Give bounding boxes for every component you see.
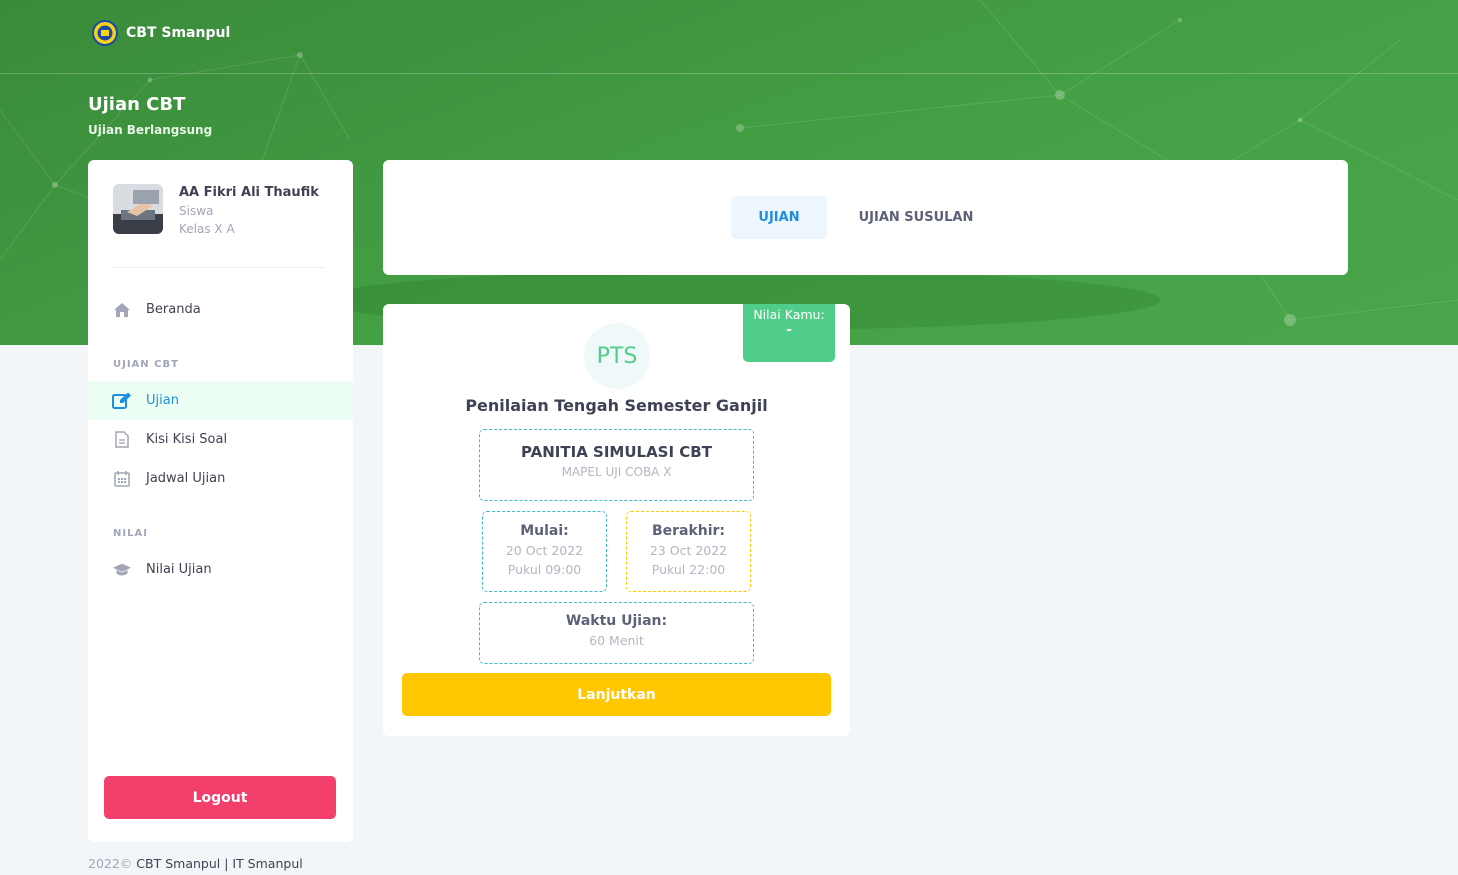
footer: 2022© CBT Smanpul | IT Smanpul [88,856,303,871]
duration-value: 60 Menit [589,633,644,648]
end-time: Pukul 22:00 [651,562,726,577]
end-label: Berakhir: [651,523,726,539]
home-icon [112,300,132,320]
avatar-image [113,184,163,234]
sidebar-item-label: Ujian [146,393,179,408]
breadcrumb: Ujian Berlangsung [88,123,213,137]
sidebar-item-jadwal-ujian[interactable]: Jadwal Ujian [88,459,353,498]
graduation-cap-icon [112,560,132,580]
score-value: - [786,322,792,338]
logout-button[interactable]: Logout [104,776,336,819]
user-name: AA Fikri Ali Thaufik [179,185,319,200]
score-label: Nilai Kamu: [753,307,825,322]
section-label-nilai: NILAI [113,528,148,539]
footer-year: 2022© [88,856,133,871]
committee-name: PANITIA SIMULASI CBT [521,443,712,461]
edit-icon [112,391,132,411]
exam-title: Penilaian Tengah Semester Ganjil [465,396,768,415]
sidebar-item-label: Beranda [146,302,201,317]
sidebar-item-beranda[interactable]: Beranda [88,290,353,329]
sidebar-item-label: Jadwal Ujian [146,471,226,486]
score-badge: Nilai Kamu: - [743,304,835,362]
section-label-ujian: UJIAN CBT [113,359,179,370]
start-date: 20 Oct 2022 [505,543,584,558]
start-label: Mulai: [520,523,569,539]
sidebar-item-label: Nilai Ujian [146,562,212,577]
page-title: Ujian CBT [88,94,186,115]
divider [113,267,325,268]
brand[interactable]: CBT Smanpul [92,20,230,46]
end-date: 23 Oct 2022 [649,543,728,558]
brand-name: CBT Smanpul [126,25,231,41]
sidebar-item-label: Kisi Kisi Soal [146,432,228,447]
sidebar-item-nilai-ujian[interactable]: Nilai Ujian [88,550,353,589]
duration-box: Waktu Ujian: 60 Menit [479,602,754,664]
exam-code-badge: PTS [584,323,650,389]
document-icon [112,430,132,450]
exam-tabs-card: UJIAN UJIAN SUSULAN [383,160,1348,275]
user-profile: AA Fikri Ali Thaufik Siswa Kelas X A [113,184,319,236]
calendar-icon [112,469,132,489]
footer-text: CBT Smanpul | IT Smanpul [136,856,303,871]
user-role: Siswa [179,204,214,218]
subject-name: MAPEL UJI COBA X [561,465,672,479]
start-box: Mulai: 20 Oct 2022 Pukul 09:00 [482,511,607,592]
exam-card: Nilai Kamu: - PTS Penilaian Tengah Semes… [383,304,850,736]
start-time: Pukul 09:00 [507,562,582,577]
school-logo-icon [92,20,118,46]
committee-box: PANITIA SIMULASI CBT MAPEL UJI COBA X [479,429,754,501]
duration-label: Waktu Ujian: [565,613,668,629]
top-navbar: CBT Smanpul [0,0,1458,74]
continue-button[interactable]: Lanjutkan [402,673,831,716]
end-box: Berakhir: 23 Oct 2022 Pukul 22:00 [626,511,751,592]
user-class: Kelas X A [179,222,235,236]
sidebar: AA Fikri Ali Thaufik Siswa Kelas X A Ber… [88,160,353,842]
tab-ujian-susulan[interactable]: UJIAN SUSULAN [845,196,987,239]
avatar [113,184,163,234]
sidebar-item-kisi-kisi-soal[interactable]: Kisi Kisi Soal [88,420,353,459]
tab-ujian[interactable]: UJIAN [731,196,827,239]
sidebar-item-ujian[interactable]: Ujian [88,381,353,420]
